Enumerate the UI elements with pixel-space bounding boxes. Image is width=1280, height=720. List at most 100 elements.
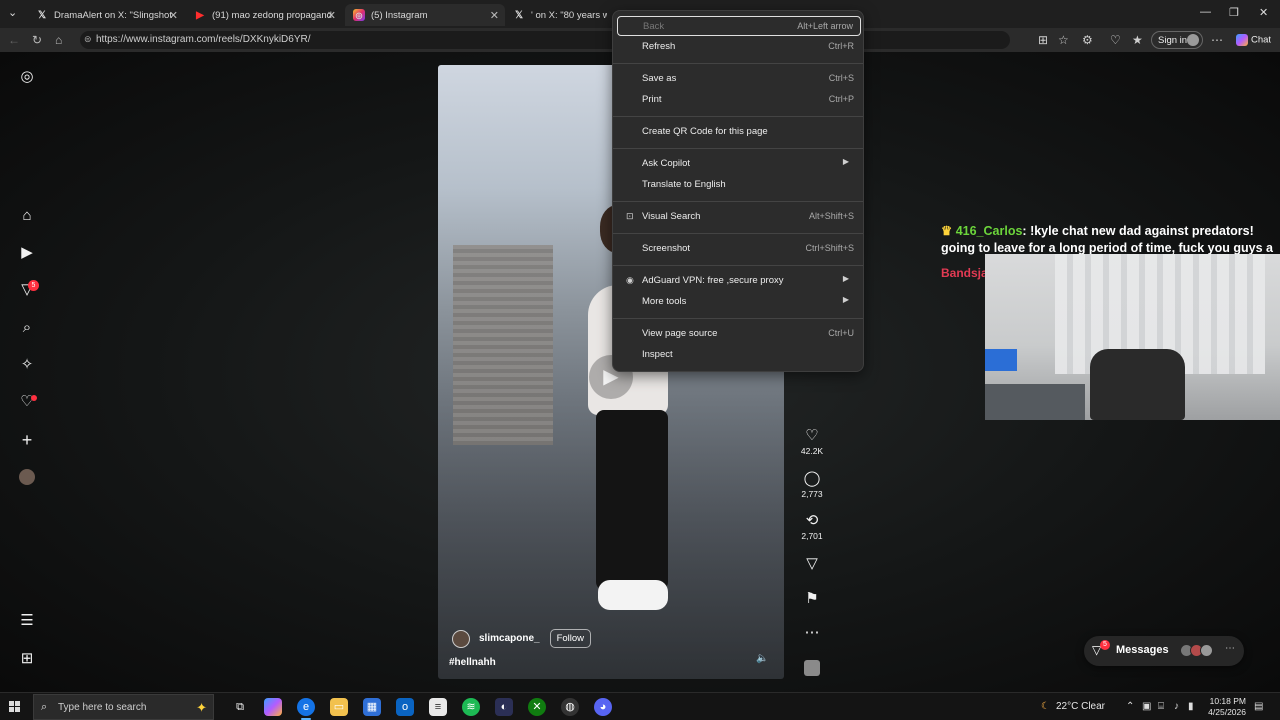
volume-icon[interactable]: 🔈 xyxy=(756,653,768,664)
sign-in-button[interactable]: Sign in xyxy=(1151,31,1203,49)
tab-dramaalert[interactable]: 𝕏 DramaAlert on X: "Slingshot ride ✕ xyxy=(28,4,184,26)
close-window-icon[interactable]: ✕ xyxy=(1259,6,1268,19)
menu-item-adguard-vpn[interactable]: ◉ AdGuard VPN: free ,secure proxy ▶ xyxy=(617,271,861,291)
more-menu-icon[interactable]: ☰ xyxy=(18,612,36,630)
menu-item-print[interactable]: Print Ctrl+P xyxy=(617,90,861,110)
menu-separator xyxy=(613,201,863,202)
clock-time: 10:18 PM xyxy=(1209,696,1246,706)
profile-avatar-icon xyxy=(1187,34,1199,46)
menu-item-back[interactable]: Back Alt+Left arrow xyxy=(617,16,861,36)
menu-item-translate[interactable]: Translate to English xyxy=(617,175,861,195)
tab-instagram[interactable]: ◎ (5) Instagram ✕ xyxy=(345,4,505,26)
file-explorer-icon[interactable]: ▭ xyxy=(330,698,348,716)
reels-icon[interactable]: ▶ xyxy=(18,244,36,262)
task-view-icon[interactable]: ⧉ xyxy=(231,698,249,716)
close-icon[interactable]: ✕ xyxy=(490,9,499,22)
menu-item-visual-search[interactable]: ⊡ Visual Search Alt+Shift+S xyxy=(617,207,861,227)
share-button[interactable]: ▽ xyxy=(800,556,824,572)
menu-item-more-tools[interactable]: More tools ▶ xyxy=(617,292,861,312)
chair xyxy=(1090,349,1185,420)
edge-browser-icon[interactable]: e xyxy=(297,698,315,720)
tab-title: DramaAlert on X: "Slingshot ride xyxy=(54,9,174,21)
network-icon[interactable]: ⌸ xyxy=(1158,701,1164,712)
more-options-button[interactable]: ⋯ xyxy=(800,625,824,641)
explore-icon[interactable]: ✧ xyxy=(18,356,36,374)
site-info-icon[interactable]: ⊜ xyxy=(84,34,92,45)
bookmark-icon: ⚑ xyxy=(805,590,819,607)
create-plus-icon[interactable]: + xyxy=(18,431,36,449)
more-menu-icon[interactable]: ⋯ xyxy=(1211,33,1223,47)
menu-item-create-qr-code[interactable]: Create QR Code for this page xyxy=(617,122,861,142)
taskbar-search-box[interactable]: ⌕ Type here to search ✦ xyxy=(33,694,214,720)
xbox-icon[interactable]: ✕ xyxy=(528,698,546,716)
menu-item-screenshot[interactable]: Screenshot Ctrl+Shift+S xyxy=(617,239,861,259)
weather-widget[interactable]: ☾ 22°C Clear xyxy=(1041,701,1105,712)
favorite-star-icon[interactable]: ☆ xyxy=(1058,33,1069,47)
outlook-icon[interactable]: o xyxy=(396,698,414,716)
owner-username[interactable]: slimcapone_ xyxy=(479,633,540,644)
crown-icon: ♛ xyxy=(941,224,953,238)
obs-icon[interactable]: ◐ xyxy=(495,698,513,716)
menu-item-save-as[interactable]: Save as Ctrl+S xyxy=(617,69,861,89)
discord-icon[interactable]: ◕ xyxy=(594,698,612,716)
taskbar-clock[interactable]: 10:18 PM 4/25/2026 xyxy=(1196,696,1246,718)
tab-x-post[interactable]: 𝕏 ' on X: "80 years without xyxy=(505,4,615,26)
menu-separator xyxy=(613,318,863,319)
show-hidden-icons-chevron-icon[interactable]: ⌃ xyxy=(1126,701,1134,712)
menu-item-ask-copilot[interactable]: Ask Copilot ▶ xyxy=(617,154,861,174)
desk xyxy=(985,384,1085,420)
notepad-icon[interactable]: ≡ xyxy=(429,698,447,716)
reel-caption[interactable]: #hellnahh xyxy=(449,657,496,668)
audio-thumbnail[interactable] xyxy=(800,660,824,676)
restore-icon[interactable]: ❐ xyxy=(1229,6,1239,19)
menu-item-view-page-source[interactable]: View page source Ctrl+U xyxy=(617,324,861,344)
messages-button[interactable]: ▽ 5 Messages ⋯ xyxy=(1084,636,1244,666)
volume-icon[interactable]: ♪ xyxy=(1174,701,1179,712)
search-icon[interactable]: ⌕ xyxy=(18,319,36,337)
close-icon[interactable]: ✕ xyxy=(327,9,336,22)
close-icon[interactable]: ✕ xyxy=(169,9,178,22)
microsoft-store-icon[interactable]: ▦ xyxy=(363,698,381,716)
repost-button[interactable]: ⟲ 2,701 xyxy=(800,513,824,542)
tab-title: (5) Instagram xyxy=(371,9,428,21)
back-icon[interactable]: ← xyxy=(8,33,20,47)
menu-shortcut: Ctrl+Shift+S xyxy=(805,243,854,253)
x-logo-icon: 𝕏 xyxy=(514,9,524,21)
minimize-icon[interactable]: — xyxy=(1200,6,1211,18)
windows-start-icon[interactable] xyxy=(9,701,21,713)
chat-label: Chat xyxy=(1251,34,1272,46)
home-icon[interactable]: ⌂ xyxy=(55,33,62,47)
notification-center-icon[interactable]: ▤ xyxy=(1254,701,1263,712)
copilot-icon xyxy=(1236,34,1248,46)
copilot-icon[interactable] xyxy=(264,698,282,716)
save-button[interactable]: ⚑ xyxy=(800,591,824,607)
menu-item-inspect[interactable]: Inspect xyxy=(617,345,861,365)
share-icon: ▽ xyxy=(806,555,818,572)
also-from-meta-icon[interactable]: ⊞ xyxy=(18,650,36,668)
microphone-icon[interactable]: ▮ xyxy=(1188,701,1194,712)
tab-actions-chevron-icon[interactable]: ⌄ xyxy=(8,6,17,19)
system-tray-icon[interactable]: ▣ xyxy=(1142,701,1151,712)
owner-avatar[interactable] xyxy=(452,629,470,648)
person-shoes xyxy=(598,580,668,610)
spotify-icon[interactable]: ≋ xyxy=(462,698,480,716)
address-bar[interactable]: ⊜ https://www.instagram.com/reels/DXKnyk… xyxy=(80,31,1010,49)
like-button[interactable]: ♡ 42.2K xyxy=(800,428,824,457)
follow-button[interactable]: Follow xyxy=(549,629,592,648)
tab-youtube[interactable]: ▶ (91) mao zedong propaganda mu ✕ xyxy=(186,4,342,26)
menu-label: Ask Copilot xyxy=(642,158,691,169)
home-icon[interactable]: ⌂ xyxy=(18,207,36,225)
browser-essentials-icon[interactable]: ♡ xyxy=(1110,33,1121,47)
extensions-icon[interactable]: ⚙ xyxy=(1082,33,1093,47)
copilot-chat-button[interactable]: Chat xyxy=(1236,34,1271,46)
tab-title: (91) mao zedong propaganda mu xyxy=(212,9,332,21)
comment-button[interactable]: ◯ 2,773 xyxy=(800,471,824,500)
split-screen-icon[interactable]: ⊞ xyxy=(1038,33,1048,47)
instagram-logo-icon[interactable]: ◎ xyxy=(18,68,36,86)
steam-icon[interactable]: ◍ xyxy=(561,698,579,716)
menu-label: More tools xyxy=(642,296,687,307)
menu-item-refresh[interactable]: Refresh Ctrl+R xyxy=(617,37,861,57)
profile-avatar[interactable] xyxy=(19,469,35,485)
refresh-icon[interactable]: ↻ xyxy=(32,33,42,47)
favorites-icon[interactable]: ★ xyxy=(1132,33,1143,47)
